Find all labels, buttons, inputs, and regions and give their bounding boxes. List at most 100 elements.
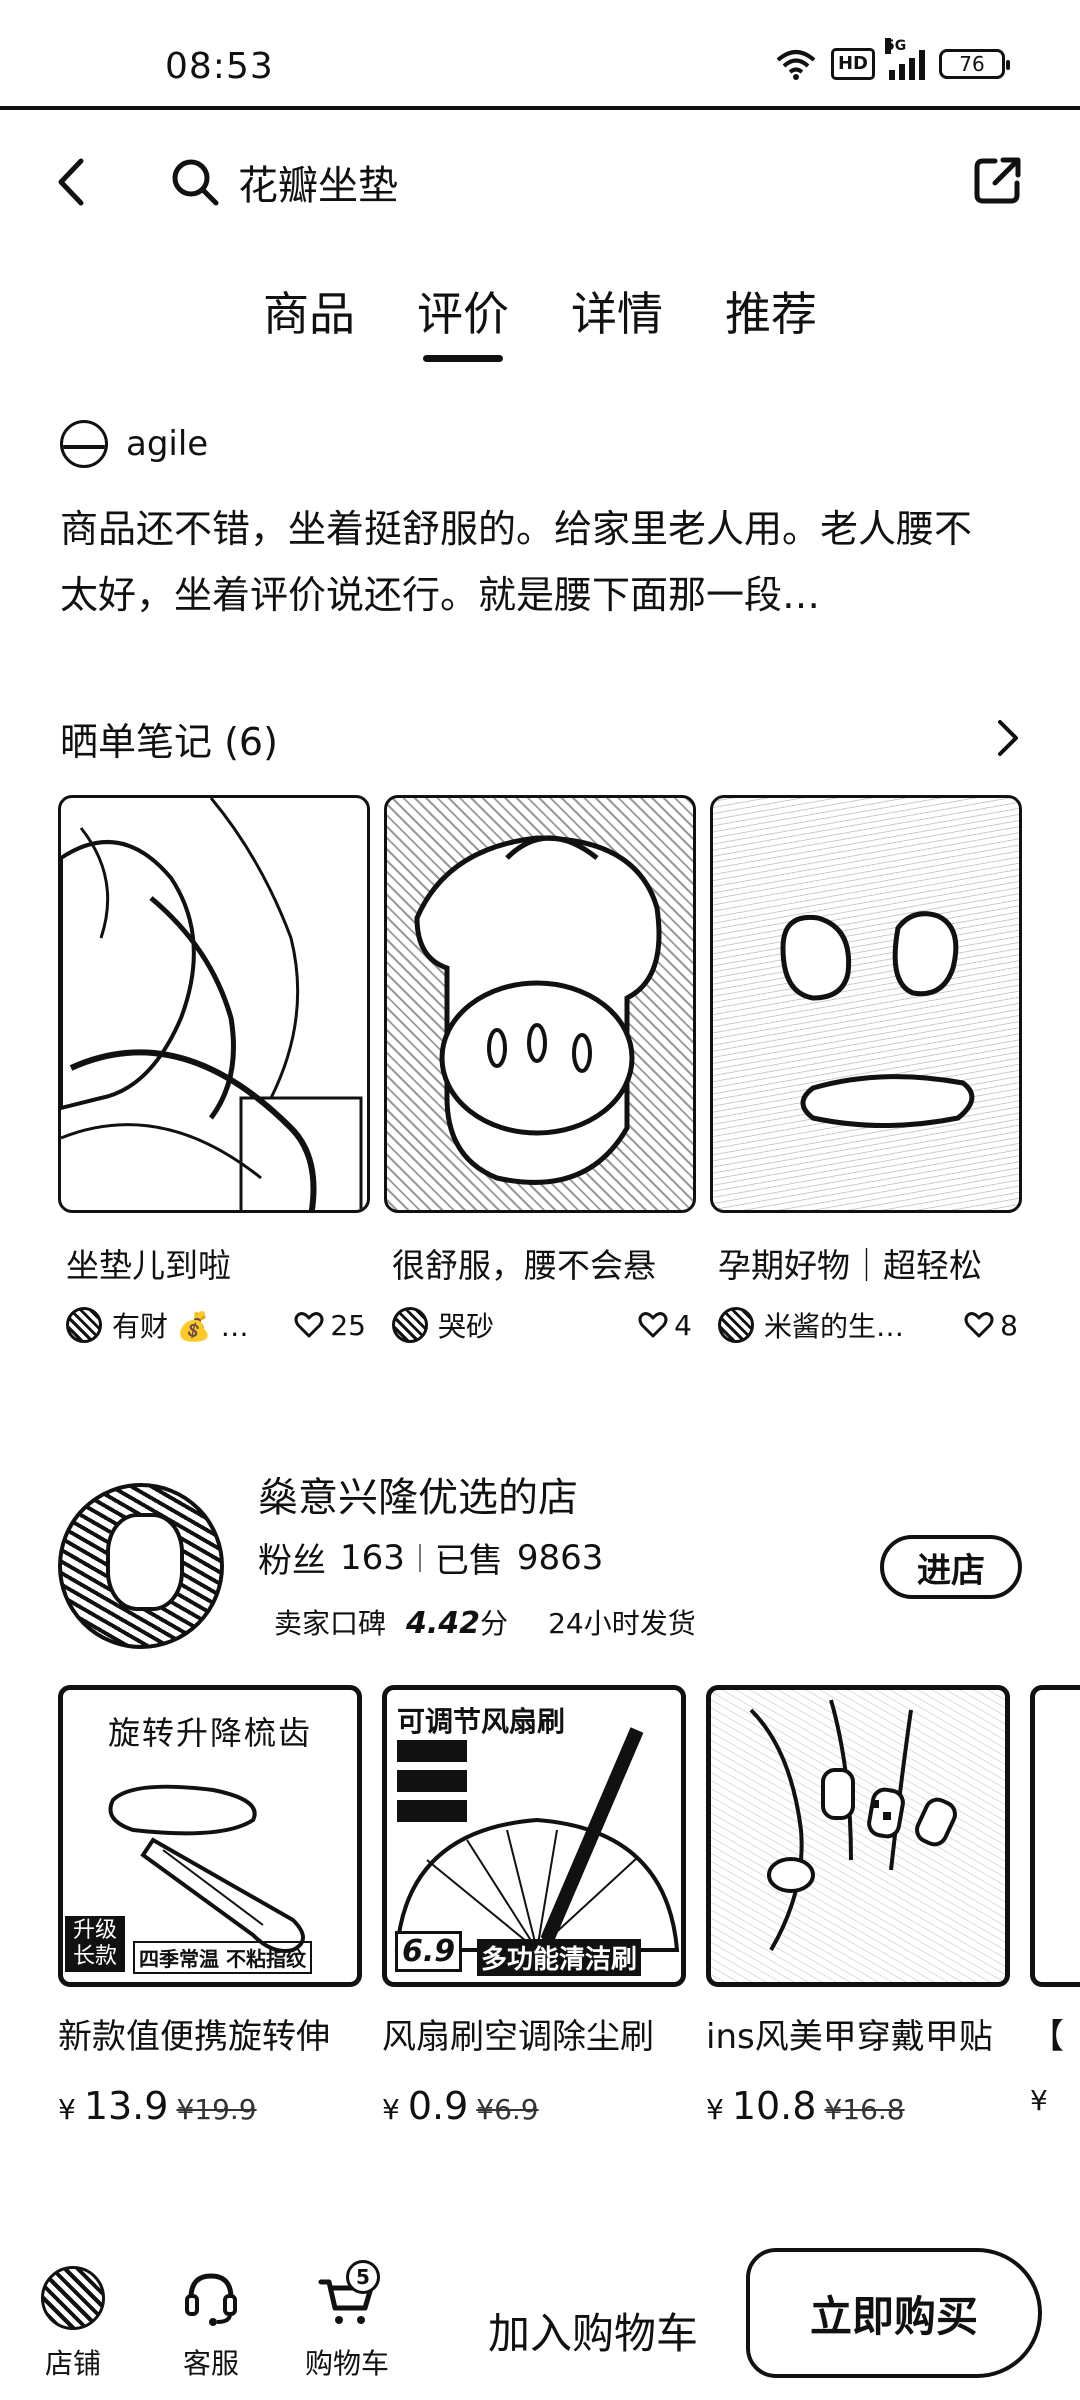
currency-symbol: ¥ xyxy=(382,2093,400,2125)
review-item[interactable]: agile 商品还不错，坐着挺舒服的。给家里老人用。老人腰不太好，坐着评价说还行… xyxy=(60,418,1020,628)
stat-divider xyxy=(418,1543,421,1572)
headset-icon xyxy=(185,2273,237,2326)
note-meta: 有财 💰 … 25 xyxy=(58,1305,370,1345)
search-bar[interactable]: 花瓣坐垫 xyxy=(170,148,398,216)
author-avatar xyxy=(718,1307,754,1343)
product-card[interactable]: ins风美甲穿戴甲贴 ¥ 10.8 ¥16.8 xyxy=(706,1685,1010,2125)
rating-value-group: 4.42分 xyxy=(406,1602,508,1642)
note-title: 坐垫儿到啦 xyxy=(66,1246,231,1285)
note-title: 孕期好物｜超轻松 xyxy=(718,1246,982,1285)
price-original: ¥19.9 xyxy=(176,2093,257,2125)
product-image xyxy=(1030,1685,1080,1987)
author-name: 哭砂 xyxy=(438,1310,495,1343)
currency-symbol: ¥ xyxy=(1030,2084,1048,2117)
product-price: ¥ xyxy=(1030,2084,1080,2117)
battery-icon: 76 xyxy=(939,49,1010,79)
note-card[interactable]: 坐垫儿到啦 有财 💰 … 25 xyxy=(58,795,370,1345)
add-to-cart-button[interactable]: 加入购物车 xyxy=(488,2300,698,2361)
reviewer: agile xyxy=(60,418,1020,470)
tab-details[interactable]: 详情 xyxy=(571,278,663,362)
tab-reviews[interactable]: 评价 xyxy=(417,278,509,362)
price-current: 13.9 xyxy=(83,2084,169,2125)
product-image: 可调节风扇刷 6.9 多功能清洁刷 xyxy=(382,1685,686,1987)
product-image: 旋转升降梳齿 升级长款 四季常温 不粘指纹 xyxy=(58,1685,362,1987)
shop-stats: 粉丝 163 已售 9863 xyxy=(258,1533,603,1582)
shipping-tag: 24小时发货 xyxy=(548,1607,696,1640)
wifi-icon xyxy=(776,50,816,80)
enter-shop-button[interactable]: 进店 xyxy=(880,1535,1022,1599)
shop-products: 旋转升降梳齿 升级长款 四季常温 不粘指纹 新款值便携旋转伸 ¥ 13.9 ¥1… xyxy=(58,1685,1080,2125)
tab-recommend[interactable]: 推荐 xyxy=(725,278,817,362)
shop-name[interactable]: 燊意兴隆优选的店 xyxy=(258,1465,578,1523)
heart-icon xyxy=(294,1312,324,1338)
product-image-caption: 多功能清洁刷 xyxy=(477,1939,642,1976)
bottom-action-bar: 店铺 客服 5 购物车 加入购物车 立即购买 xyxy=(0,2240,1080,2400)
product-title: ins风美甲穿戴甲贴 xyxy=(706,2017,993,2057)
product-price: ¥ 13.9 ¥19.9 xyxy=(58,2084,362,2125)
hd-badge: HD xyxy=(830,48,875,80)
buy-now-button[interactable]: 立即购买 xyxy=(746,2248,1042,2378)
back-arrow-icon xyxy=(58,158,84,206)
product-price: ¥ 0.9 ¥6.9 xyxy=(382,2084,686,2125)
shop-card: 燊意兴隆优选的店 粉丝 163 已售 9863 卖家口碑 4.42分 24小时发… xyxy=(58,1465,1022,1649)
shop-avatar[interactable] xyxy=(58,1483,224,1649)
reviewer-avatar xyxy=(60,420,108,468)
cart-button[interactable]: 5 购物车 xyxy=(292,2260,402,2382)
product-card[interactable]: 可调节风扇刷 6.9 多功能清洁刷 风扇刷空调除尘刷 ¥ 0.9 ¥6.9 xyxy=(382,1685,686,2125)
search-query: 花瓣坐垫 xyxy=(238,163,398,209)
product-card[interactable]: 【 ¥ xyxy=(1030,1685,1080,2125)
product-image xyxy=(706,1685,1010,1987)
product-card[interactable]: 旋转升降梳齿 升级长款 四季常温 不粘指纹 新款值便携旋转伸 ¥ 13.9 ¥1… xyxy=(58,1685,362,2125)
rating-unit: 分 xyxy=(480,1607,509,1640)
rating-score: 4.42 xyxy=(406,1606,481,1641)
signal-icon: 5G xyxy=(885,38,925,80)
cart-label: 购物车 xyxy=(304,2347,389,2380)
note-image xyxy=(384,795,696,1213)
note-meta: 米酱的生… 8 xyxy=(710,1305,1022,1345)
note-image xyxy=(710,795,1022,1213)
like-button[interactable]: 4 xyxy=(638,1309,692,1342)
note-card[interactable]: 孕期好物｜超轻松 米酱的生… 8 xyxy=(710,795,1022,1345)
status-bar: 08:53 HD 5G 76 xyxy=(0,0,1080,110)
note-author[interactable]: 米酱的生… xyxy=(718,1305,904,1345)
network-gen-label: 5G xyxy=(885,38,907,54)
like-button[interactable]: 25 xyxy=(294,1309,366,1342)
shop-button[interactable]: 店铺 xyxy=(18,2260,128,2382)
note-title: 很舒服，腰不会悬 xyxy=(392,1246,656,1285)
tab-bar: 商品 评价 详情 推荐 xyxy=(0,278,1080,362)
review-text: 商品还不错，坐着挺舒服的。给家里老人用。老人腰不太好，坐着评价说还行。就是腰下面… xyxy=(60,507,973,617)
note-author[interactable]: 哭砂 xyxy=(392,1305,494,1345)
product-image-badge: 升级长款 xyxy=(65,1916,125,1972)
product-title: 风扇刷空调除尘刷 xyxy=(382,2017,654,2057)
price-current: 10.8 xyxy=(731,2084,817,2125)
product-title: 【 xyxy=(1030,2017,1064,2057)
fans-count: 163 xyxy=(340,1537,405,1578)
status-icons: HD 5G 76 xyxy=(775,38,1010,80)
like-button[interactable]: 8 xyxy=(964,1309,1018,1342)
back-button[interactable] xyxy=(40,150,100,214)
heart-icon xyxy=(638,1312,668,1338)
customer-service-label: 客服 xyxy=(182,2347,239,2380)
header: 花瓣坐垫 xyxy=(0,140,1080,224)
note-author[interactable]: 有财 💰 … xyxy=(66,1305,249,1345)
share-button[interactable] xyxy=(966,148,1030,212)
reviewer-name: agile xyxy=(126,424,209,464)
like-count: 25 xyxy=(330,1308,366,1342)
heart-icon xyxy=(964,1312,994,1338)
chevron-right-icon[interactable] xyxy=(996,718,1020,758)
shop-tags: 卖家口碑 4.42分 24小时发货 xyxy=(274,1602,696,1642)
customer-service-button[interactable]: 客服 xyxy=(156,2260,266,2382)
like-count: 4 xyxy=(674,1308,692,1342)
note-card[interactable]: 很舒服，腰不会悬 哭砂 4 xyxy=(384,795,696,1345)
notes-header[interactable]: 晒单笔记 (6) xyxy=(60,708,1020,768)
fans-label: 粉丝 xyxy=(258,1541,326,1581)
sold-label: 已售 xyxy=(434,1541,503,1581)
notes-list: 坐垫儿到啦 有财 💰 … 25 很舒服，腰不会悬 哭砂 4 孕期好物｜超轻松 米… xyxy=(58,795,1022,1345)
price-original: ¥16.8 xyxy=(824,2093,905,2125)
tab-goods[interactable]: 商品 xyxy=(263,278,355,362)
currency-symbol: ¥ xyxy=(58,2093,76,2125)
search-icon xyxy=(172,159,219,206)
like-count: 8 xyxy=(1000,1308,1018,1342)
cart-count-badge: 5 xyxy=(346,2260,380,2294)
notes-title: 晒单笔记 (6) xyxy=(60,719,278,764)
